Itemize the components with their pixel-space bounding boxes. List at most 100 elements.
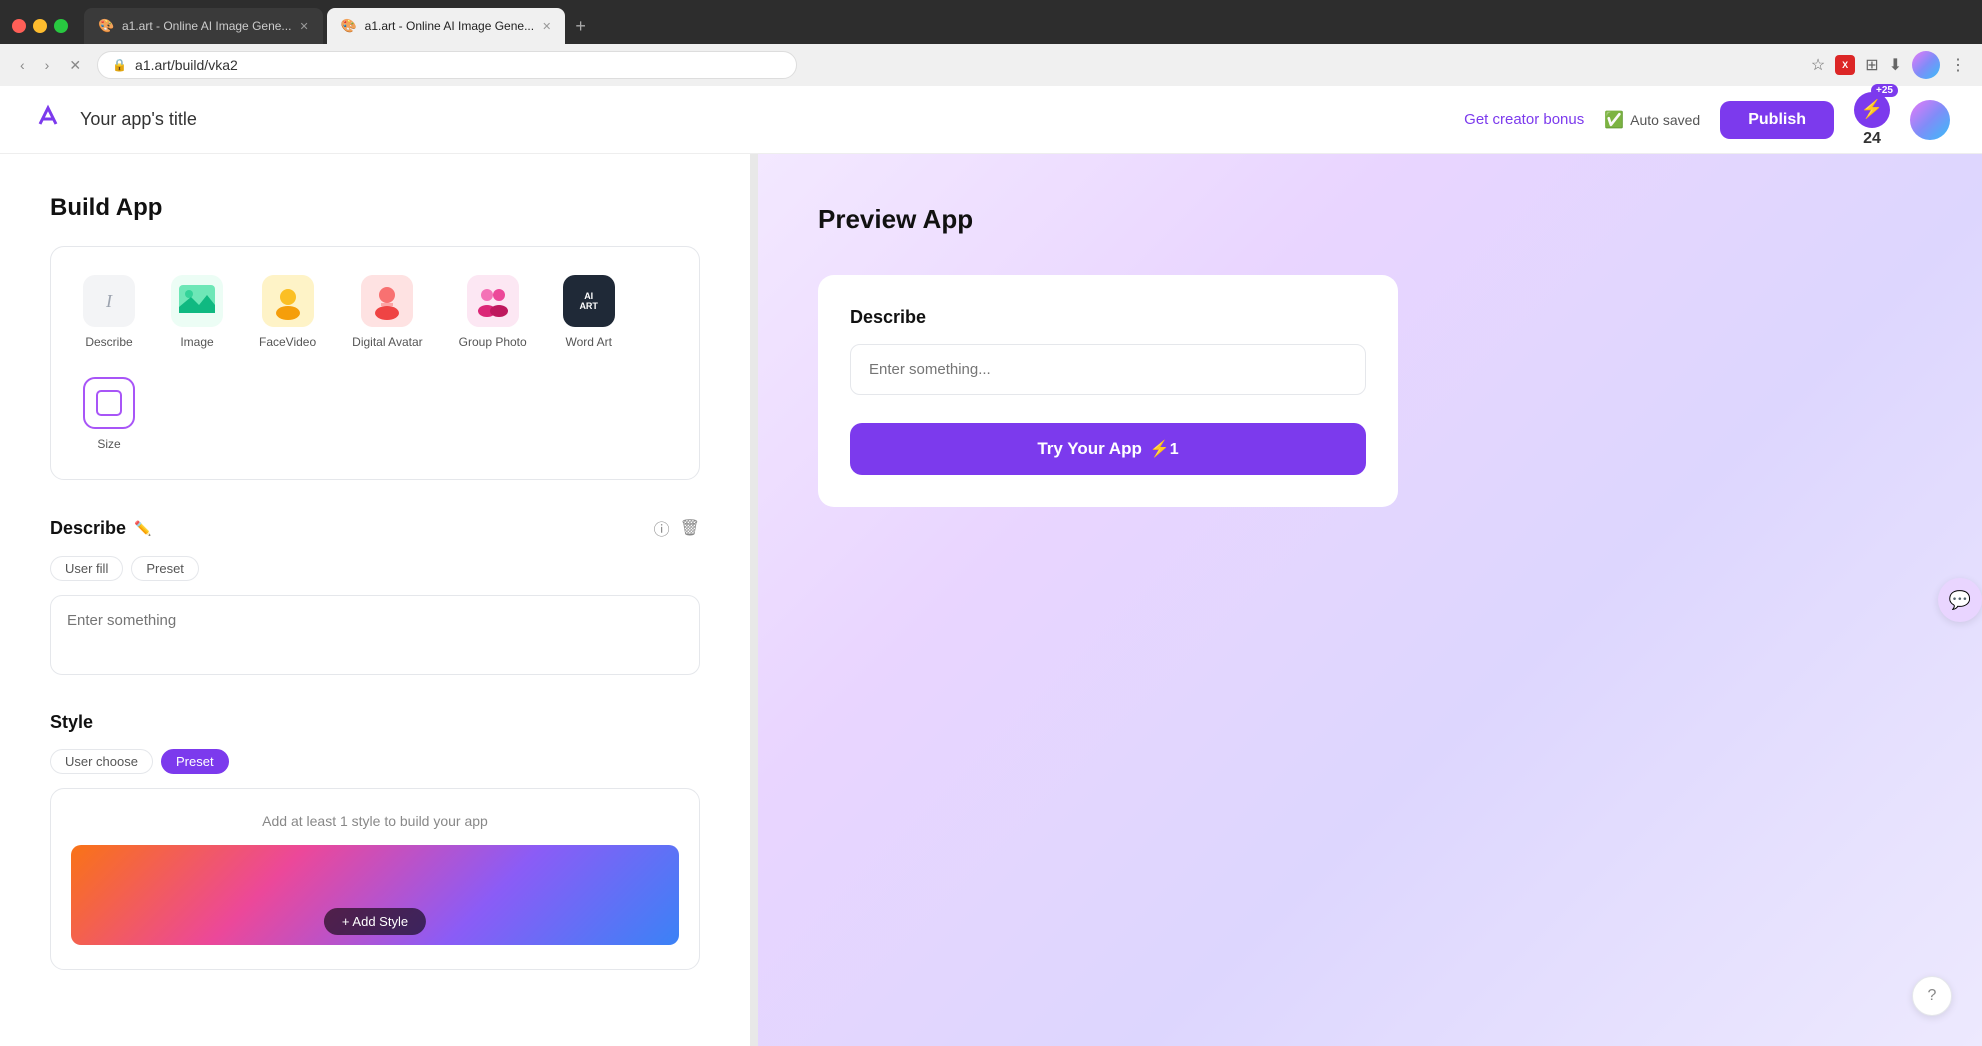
preview-panel: Preview App Describe Try Your App ⚡1 💬 ? [758,154,1982,1046]
back-button[interactable]: ‹ [16,53,29,77]
address-bar: ‹ › ✕ 🔒 a1.art/build/vka2 ☆ X ⊞ ⬇ ⋮ [0,44,1982,86]
try-btn-label: Try Your App [1037,439,1142,459]
group-photo-tool-icon [467,275,519,327]
close-window-button[interactable] [12,19,26,33]
tab-1-label: a1.art - Online AI Image Gene... [122,19,291,33]
auto-saved-status: ✅ Auto saved [1604,110,1700,130]
download-icon[interactable]: ⬇ [1889,55,1902,75]
tab-bar: 🎨 a1.art - Online AI Image Gene... ✕ 🎨 a… [0,0,1982,44]
get-creator-bonus-link[interactable]: Get creator bonus [1464,111,1584,128]
preview-section-title: Preview App [818,204,1922,235]
maximize-window-button[interactable] [54,19,68,33]
facevideo-tool-icon [262,275,314,327]
style-user-choose-tag[interactable]: User choose [50,749,153,774]
tab-1-close-icon[interactable]: ✕ [299,20,308,33]
browser-chrome: 🎨 a1.art - Online AI Image Gene... ✕ 🎨 a… [0,0,1982,86]
plus-badge: +25 [1871,84,1898,97]
reload-button[interactable]: ✕ [65,53,85,78]
describe-subsection: Describe ✏️ ⓘ 🗑 User fill Preset [50,516,700,680]
extensions-icon[interactable]: ⊞ [1865,55,1878,75]
style-subsection: Style User choose Preset Add at least 1 … [50,712,700,970]
style-preset-tag[interactable]: Preset [161,749,229,774]
build-panel: Build App I Describe Image FaceVideo [0,154,750,1046]
publish-button[interactable]: Publish [1720,101,1834,139]
tool-image-label: Image [180,335,213,349]
tab-2-label: a1.art - Online AI Image Gene... [365,19,534,33]
digital-avatar-tool-icon [361,275,413,327]
panel-divider [750,154,758,1046]
main-content: Build App I Describe Image FaceVideo [0,154,1982,1046]
address-actions: ☆ X ⊞ ⬇ ⋮ [1811,51,1966,79]
tab-2[interactable]: 🎨 a1.art - Online AI Image Gene... ✕ [327,8,566,44]
tool-size[interactable]: Size [71,369,147,459]
describe-preset-tag[interactable]: Preset [131,556,199,581]
auto-saved-icon: ✅ [1604,110,1624,130]
describe-tag-row: User fill Preset [50,556,700,581]
tool-word-art[interactable]: AI ART Word Art [551,267,627,357]
lock-icon: 🔒 [112,58,127,72]
browser-profile-avatar[interactable] [1912,51,1940,79]
app-logo [32,100,64,139]
style-preview: + Add Style [71,845,679,945]
menu-icon[interactable]: ⋮ [1950,55,1966,75]
try-btn-cost: ⚡1 [1150,439,1179,459]
chat-float-button[interactable]: 💬 [1938,578,1982,622]
size-tool-icon [83,377,135,429]
try-your-app-button[interactable]: Try Your App ⚡1 [850,423,1366,475]
word-art-tool-icon: AI ART [563,275,615,327]
tab-1-favicon: 🎨 [98,18,114,34]
tool-describe-label: Describe [85,335,132,349]
describe-user-fill-tag[interactable]: User fill [50,556,123,581]
app-title[interactable]: Your app's title [80,109,197,130]
build-section-title: Build App [50,194,700,222]
tool-describe[interactable]: I Describe [71,267,147,357]
image-tool-icon [171,275,223,327]
tool-group-photo-label: Group Photo [459,335,527,349]
tab-1[interactable]: 🎨 a1.art - Online AI Image Gene... ✕ [84,8,323,44]
describe-tool-icon: I [83,275,135,327]
tool-image[interactable]: Image [159,267,235,357]
describe-subsection-actions: ⓘ 🗑 [654,516,700,540]
tool-facevideo-label: FaceVideo [259,335,316,349]
header-right: Get creator bonus ✅ Auto saved Publish +… [1464,92,1950,148]
describe-subsection-header: Describe ✏️ ⓘ 🗑 [50,516,700,540]
add-style-area: Add at least 1 style to build your app +… [50,788,700,970]
describe-edit-icon[interactable]: ✏️ [134,520,151,537]
describe-subsection-title: Describe ✏️ [50,518,151,539]
tool-digital-avatar-label: Digital Avatar [352,335,422,349]
tool-size-label: Size [97,437,120,451]
style-subsection-header: Style [50,712,700,733]
tool-digital-avatar[interactable]: Digital Avatar [340,267,434,357]
minimize-window-button[interactable] [33,19,47,33]
new-tab-button[interactable]: + [575,16,586,37]
help-button[interactable]: ? [1912,976,1952,1016]
credits-badge: +25 ⚡ 24 [1854,92,1890,148]
url-text: a1.art/build/vka2 [135,57,238,73]
style-tag-row: User choose Preset [50,749,700,774]
describe-info-button[interactable]: ⓘ [654,516,670,540]
bookmark-icon[interactable]: ☆ [1811,55,1825,75]
tool-selector: I Describe Image FaceVideo Digital Avat [50,246,700,480]
user-avatar[interactable] [1910,100,1950,140]
credits-icon: ⚡ [1854,92,1890,128]
credits-count: 24 [1863,130,1881,148]
add-style-button[interactable]: + Add Style [324,908,426,935]
tool-facevideo[interactable]: FaceVideo [247,267,328,357]
add-style-hint: Add at least 1 style to build your app [71,813,679,829]
tool-group-photo[interactable]: Group Photo [447,267,539,357]
describe-delete-button[interactable]: 🗑 [680,516,700,540]
tab-2-favicon: 🎨 [341,18,357,34]
auto-saved-label: Auto saved [1630,112,1700,128]
extension-icon[interactable]: X [1835,55,1855,75]
preview-describe-input[interactable] [850,344,1366,395]
app-header: Your app's title Get creator bonus ✅ Aut… [0,86,1982,154]
preview-describe-label: Describe [850,307,1366,328]
preview-card: Describe Try Your App ⚡1 [818,275,1398,507]
tab-2-close-icon[interactable]: ✕ [542,20,551,33]
forward-button[interactable]: › [41,53,54,77]
describe-textarea[interactable] [50,595,700,675]
tool-word-art-label: Word Art [565,335,611,349]
url-bar[interactable]: 🔒 a1.art/build/vka2 [97,51,797,79]
window-controls [12,19,68,33]
style-subsection-title: Style [50,712,93,733]
